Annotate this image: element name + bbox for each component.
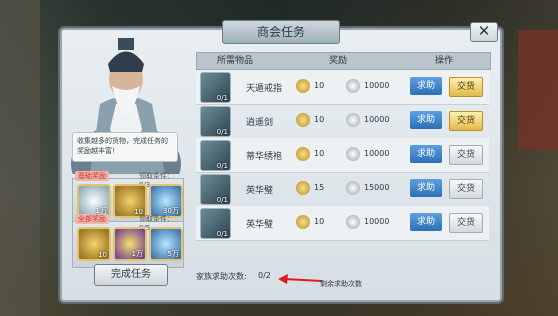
item-name: 英华璧 [246,220,274,230]
gold-coin-icon [296,79,310,93]
coin-value: 10 [314,217,325,226]
gold-coin-icon [296,113,310,127]
item-count: 0/1 [216,162,228,170]
silver-coin-icon [346,147,360,161]
header-item: 所需物品 [217,56,254,66]
help-button[interactable]: 求助 [410,213,442,231]
gold-coin-icon [296,147,310,161]
silver-coin-icon [346,79,360,93]
table-row: 0/1 蒂华绣袍 10 10000 求助 交货 [196,138,489,173]
deliver-button[interactable]: 交货 [449,111,483,131]
silver-value: 10000 [364,81,390,90]
table-header: 所需物品 奖励 操作 [196,52,491,70]
coin-value: 10 [314,115,325,124]
silver-coin-icon [346,181,360,195]
full-reward-label: 全部奖励 [75,214,109,224]
reward-count: 5万 [167,250,179,258]
table-row: 0/1 天遁戒指 10 10000 求助 交货 [196,70,489,105]
exp-orb-icon[interactable]: 5万 [149,227,183,261]
item-count: 0/1 [216,230,228,238]
reward-count: 10 [98,251,107,259]
complete-task-button[interactable]: 完成任务 [94,264,168,286]
silver-ring-icon[interactable]: 1万 [77,184,111,218]
coin-value: 10 [314,81,325,90]
coin-value: 10 [314,149,325,158]
deliver-button[interactable]: 交货 [449,179,483,199]
table-row: 0/1 逍遥剑 10 10000 求助 交货 [196,104,489,139]
jade-disc-icon[interactable]: 0/1 [200,174,231,205]
item-count: 0/1 [216,94,228,102]
coin-value: 15 [314,183,325,192]
help-button[interactable]: 求助 [410,111,442,129]
gold-coin-icon [296,181,310,195]
help-button[interactable]: 求助 [410,179,442,197]
item-name: 英华璧 [246,186,274,196]
item-count: 0/1 [216,196,228,204]
help-button[interactable]: 求助 [410,145,442,163]
header-reward: 奖励 [329,56,348,66]
exp-orb-icon[interactable]: 30万 [149,184,183,218]
reward-count: 1万 [131,250,143,258]
help-button[interactable]: 求助 [410,77,442,95]
annotation-remaining-help: 剩余求助次数 [320,280,362,288]
table-row: 0/1 英华璧 10 10000 求助 交货 [196,206,489,241]
item-name: 逍遥剑 [246,118,274,128]
silver-value: 10000 [364,217,390,226]
background-building [518,30,558,150]
item-name: 天遁戒指 [246,84,283,94]
full-reward-box: 全部奖励 领取条件：0/5 10 1万 5万 [72,214,184,268]
silver-value: 10000 [364,115,390,124]
gold-coin-icon[interactable]: 10 [113,184,147,218]
family-help-label: 家族求助次数: [196,272,247,281]
deliver-button[interactable]: 交货 [449,213,483,233]
jade-disc-icon[interactable]: 0/1 [200,208,231,239]
task-items-table: 所需物品 奖励 操作 0/1 天遁戒指 10 10000 求助 交货 0/1 逍… [196,52,491,252]
silver-coin-icon [346,113,360,127]
panel-title: 商会任务 [222,20,340,44]
ring-icon[interactable]: 0/1 [200,72,231,103]
red-arrow-icon [278,274,322,284]
sword-icon[interactable]: 0/1 [200,106,231,137]
silver-coin-icon [346,215,360,229]
table-row: 0/1 英华璧 15 15000 求助 交货 [196,172,489,207]
background-wall [0,0,40,316]
close-button[interactable]: ✕ [470,22,498,42]
silver-value: 10000 [364,149,390,158]
header-action: 操作 [435,56,454,66]
deliver-button[interactable]: 交货 [449,145,483,165]
purple-ring-icon[interactable]: 1万 [113,227,147,261]
robe-icon[interactable]: 0/1 [200,140,231,171]
gold-coin-icon [296,215,310,229]
item-name: 蒂华绣袍 [246,152,283,162]
family-help-count: 0/2 [258,271,271,280]
npc-speech-bubble: 收集越多的货物，完成任务的奖励越丰富！ [72,132,178,162]
gold-coin-icon[interactable]: 10 [77,227,111,261]
deliver-button[interactable]: 交货 [449,77,483,97]
item-count: 0/1 [216,128,228,136]
basic-reward-label: 基础奖励 [75,171,109,181]
silver-value: 15000 [364,183,390,192]
